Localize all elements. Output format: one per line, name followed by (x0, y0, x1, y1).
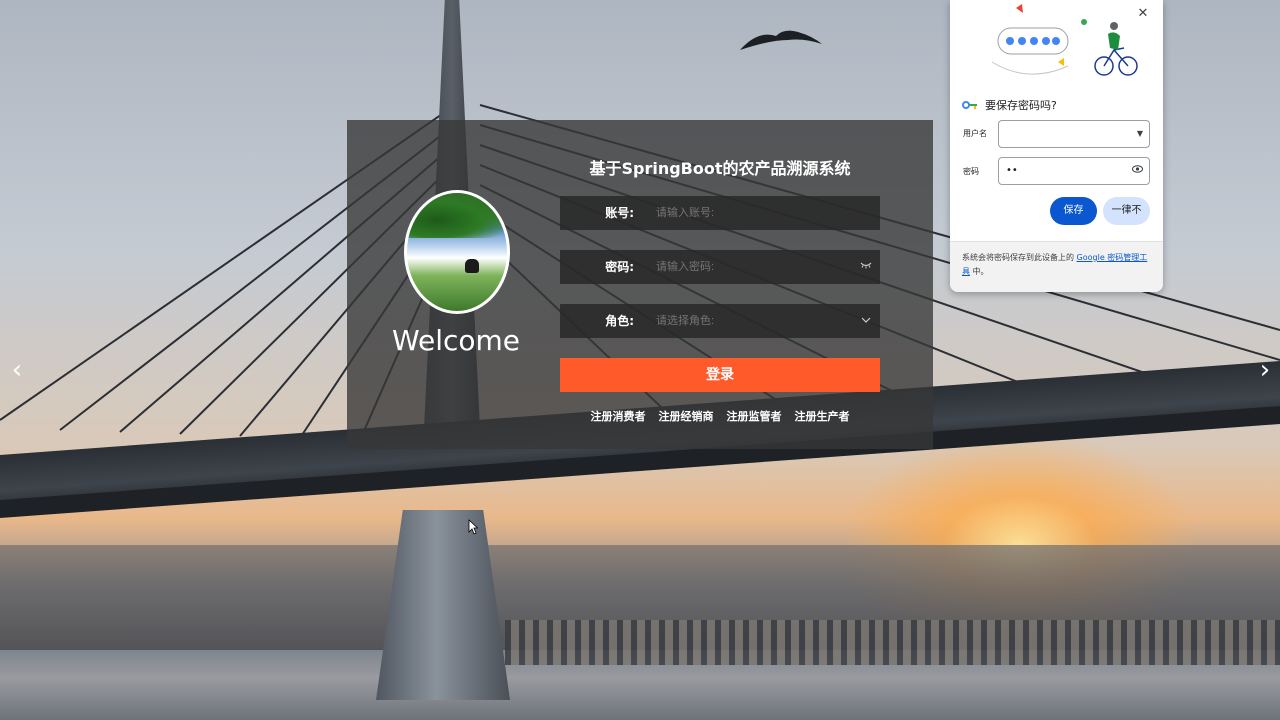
close-icon: ✕ (1137, 6, 1149, 21)
role-select[interactable] (656, 304, 866, 338)
avatar (404, 190, 510, 314)
chevron-down-icon[interactable] (858, 304, 874, 338)
page-title: 基于SpringBoot的农产品溯源系统 (589, 159, 851, 178)
welcome-text: Welcome (391, 324, 521, 357)
password-label-popup: 密码 (963, 167, 979, 176)
account-input[interactable] (656, 196, 866, 230)
bird-icon (740, 30, 822, 50)
popup-title: 要保存密码吗? (985, 99, 1057, 112)
login-button[interactable]: 登录 (560, 358, 880, 392)
eye-icon[interactable] (1132, 158, 1143, 184)
register-consumer-link[interactable]: 注册消费者 (591, 408, 646, 426)
role-label: 角色: (605, 314, 634, 328)
username-dropdown[interactable]: ▼ (998, 120, 1150, 148)
avatar-figures (465, 259, 479, 273)
password-field: 密码: (560, 250, 880, 284)
mouse-cursor-icon (468, 519, 478, 535)
close-popup-button[interactable]: ✕ (1136, 6, 1150, 24)
register-links: 注册消费者 注册经销商 注册监管者 注册生产者 (560, 408, 880, 426)
google-key-icon (962, 101, 977, 109)
eye-closed-icon[interactable] (858, 250, 874, 284)
password-display-field[interactable]: •• (998, 157, 1150, 185)
footer-text-suffix: 中。 (972, 267, 989, 276)
account-label: 账号: (605, 206, 634, 220)
footer-text-prefix: 系统会将密码保存到此设备上的 (962, 253, 1074, 262)
password-input[interactable] (656, 250, 866, 284)
popup-heading: 要保存密码吗? (962, 96, 1057, 114)
chevron-left-icon: ‹ (11, 355, 23, 385)
account-field: 账号: (560, 196, 880, 230)
popup-footer: 系统会将密码保存到此设备上的 Google 密码管理工具 中。 (950, 241, 1163, 292)
role-field[interactable]: 角色: (560, 304, 880, 338)
never-button[interactable]: 一律不 (1103, 197, 1150, 225)
carousel-next-button[interactable]: › (1250, 355, 1280, 385)
register-distributor-link[interactable]: 注册经销商 (659, 408, 714, 426)
username-label: 用户名 (963, 129, 987, 138)
register-producer-link[interactable]: 注册生产者 (795, 408, 850, 426)
password-value: •• (1006, 165, 1018, 176)
save-button[interactable]: 保存 (1050, 197, 1097, 225)
register-regulator-link[interactable]: 注册监管者 (727, 408, 782, 426)
password-label: 密码: (605, 260, 634, 274)
save-password-popup: ✕ 要保存密码吗? 用户名 ▼ 密码 •• 保存 一律不 系统会将密码保存到此设… (950, 0, 1163, 292)
avatar-tree (407, 193, 507, 238)
carousel-prev-button[interactable]: ‹ (2, 355, 32, 385)
chevron-right-icon: › (1259, 355, 1271, 385)
cyclist-illustration-icon (991, 4, 1138, 76)
dropdown-arrow-icon: ▼ (1136, 129, 1143, 138)
